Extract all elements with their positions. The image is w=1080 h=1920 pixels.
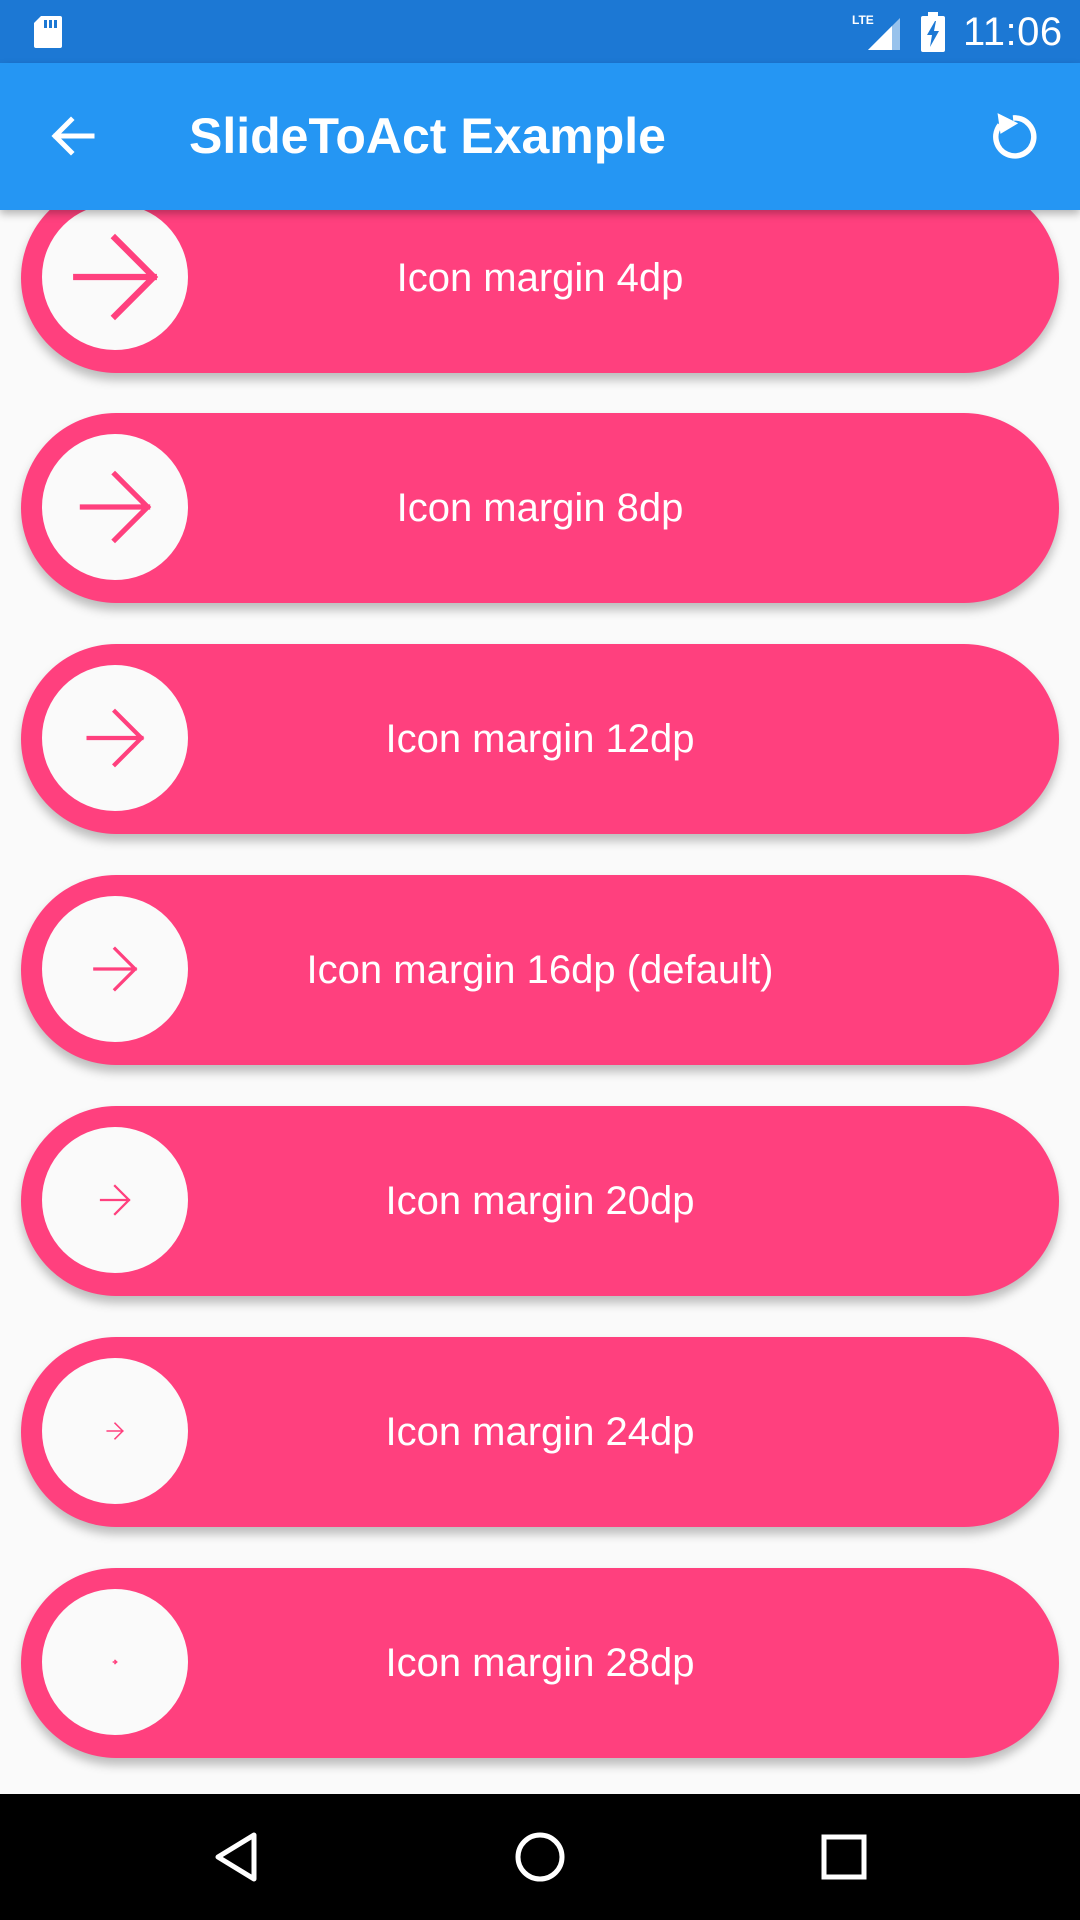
slider-list: Icon margin 4dp Icon margin 8dp Icon mar… [0,210,1080,1794]
slide-to-act-slider[interactable]: Icon margin 4dp [21,210,1059,373]
lte-label: LTE [852,13,874,27]
slide-to-act-slider[interactable]: Icon margin 28dp [21,1568,1059,1758]
slide-to-act-slider[interactable]: Icon margin 20dp [21,1106,1059,1296]
lte-signal-icon: LTE [852,13,900,50]
status-bar: LTE 11:06 [0,0,1080,63]
slider-label: Icon margin 24dp [385,1410,695,1454]
slide-to-act-slider[interactable]: Icon margin 8dp [21,413,1059,603]
app-bar: SlideToAct Example [0,63,1080,210]
clock: 11:06 [963,10,1063,54]
nav-home-icon[interactable] [505,1822,575,1892]
refresh-icon[interactable] [980,103,1046,169]
slider-label: Icon margin 8dp [396,486,684,530]
slider-label: Icon margin 16dp (default) [306,948,774,992]
nav-recents-icon[interactable] [809,1822,879,1892]
slider-label: Icon margin 28dp [385,1641,695,1685]
back-arrow-icon[interactable] [40,103,106,169]
slider-label: Icon margin 12dp [385,717,695,761]
sd-card-icon [34,16,62,48]
slide-to-act-slider[interactable]: Icon margin 12dp [21,644,1059,834]
nav-back-icon[interactable] [201,1822,271,1892]
battery-charging-icon [921,12,945,52]
slider-label: Icon margin 4dp [396,256,684,300]
page-title: SlideToAct Example [189,108,666,164]
slide-to-act-slider[interactable]: Icon margin 16dp (default) [21,875,1059,1065]
slider-label: Icon margin 20dp [385,1179,695,1223]
slide-to-act-slider[interactable]: Icon margin 24dp [21,1337,1059,1527]
navigation-bar [0,1794,1080,1920]
